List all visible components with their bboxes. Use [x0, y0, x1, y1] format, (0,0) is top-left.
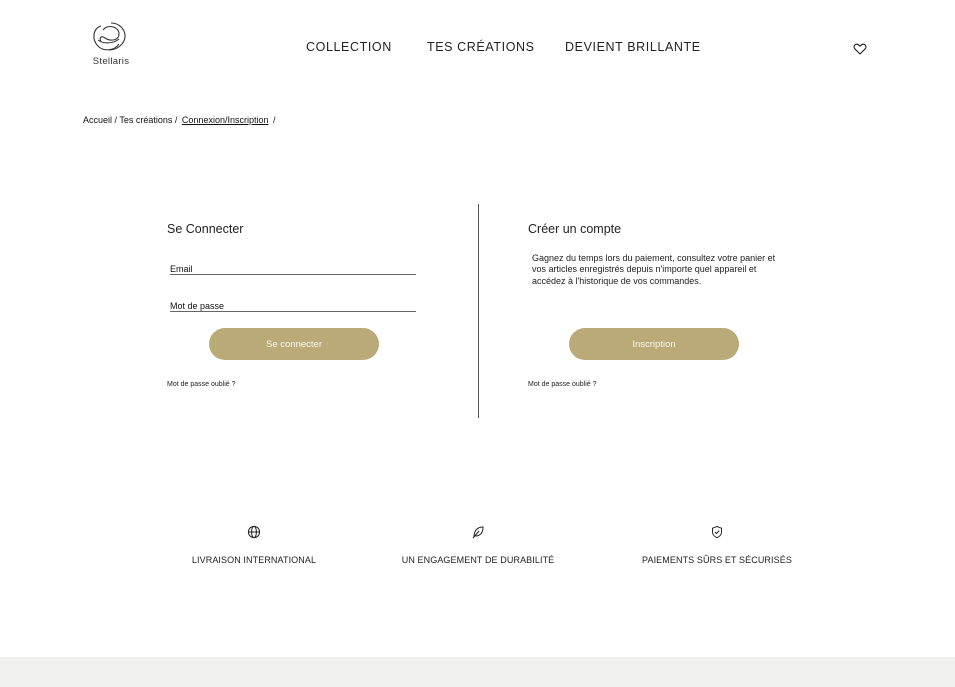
feature-shipping: LIVRAISON INTERNATIONAL [154, 525, 354, 565]
breadcrumb-current: Connexion/Inscription [181, 115, 269, 125]
feature-sustainability-label: UN ENGAGEMENT DE DURABILITÉ [401, 555, 555, 565]
main-nav: COLLECTION TES CRÉATIONS DEVIENT BRILLAN… [0, 40, 955, 56]
nav-item-devient-brillante[interactable]: DEVIENT BRILLANTE [565, 40, 701, 54]
footer [0, 657, 955, 687]
brand-name: Stellaris [92, 56, 130, 67]
register-button[interactable]: Inscription [569, 328, 739, 360]
nav-item-collection[interactable]: COLLECTION [306, 40, 392, 54]
heart-icon[interactable] [853, 43, 867, 55]
password-input[interactable] [170, 301, 416, 311]
breadcrumb-accueil[interactable]: Accueil [83, 115, 112, 125]
leaf-icon [472, 526, 484, 539]
breadcrumb: Accueil / Tes créations / Connexion/Insc… [83, 115, 278, 125]
globe-icon [247, 525, 261, 539]
column-divider [478, 204, 479, 418]
breadcrumb-separator: / [273, 115, 276, 125]
breadcrumb-tes-creations[interactable]: / Tes créations / [115, 115, 178, 125]
shield-check-icon [712, 525, 722, 539]
register-title: Créer un compte [528, 222, 622, 236]
feature-payments-label: PAIEMENTS SÛRS ET SÉCURISÉS [642, 555, 792, 565]
feature-payments: PAIEMENTS SÛRS ET SÉCURISÉS [617, 525, 817, 565]
nav-item-tes-creations[interactable]: TES CRÉATIONS [427, 40, 535, 54]
password-field[interactable] [170, 296, 416, 312]
login-button[interactable]: Se connecter [209, 328, 379, 360]
email-field[interactable] [170, 259, 416, 275]
login-title: Se Connecter [167, 222, 244, 236]
email-input[interactable] [170, 264, 416, 274]
feature-sustainability: UN ENGAGEMENT DE DURABILITÉ [378, 525, 578, 565]
register-forgot-password-link[interactable]: Mot de passe oublié ? [528, 381, 597, 388]
feature-shipping-label: LIVRAISON INTERNATIONAL [191, 555, 317, 565]
register-description: Gagnez du temps lors du paiement, consul… [532, 253, 776, 286]
forgot-password-link[interactable]: Mot de passe oublié ? [167, 381, 236, 388]
